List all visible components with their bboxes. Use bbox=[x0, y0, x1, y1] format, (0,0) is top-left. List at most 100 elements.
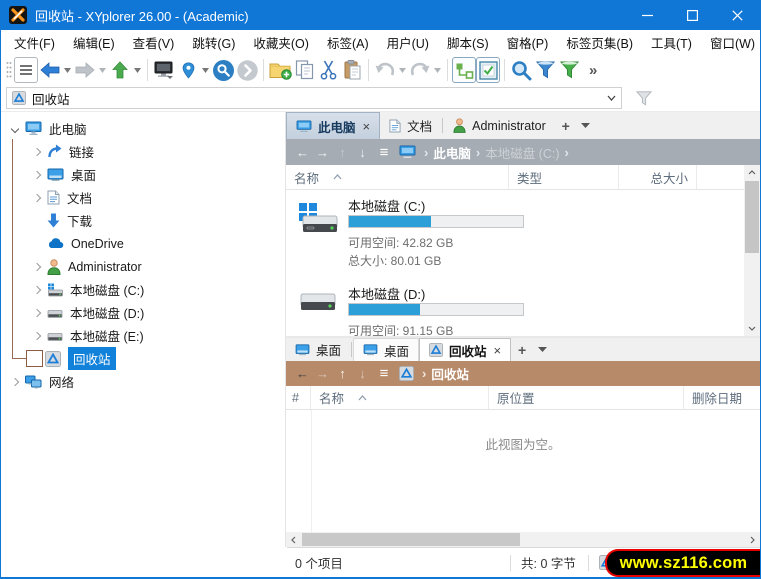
scroll-left-arrow[interactable] bbox=[286, 532, 301, 547]
tab-close-icon[interactable]: × bbox=[363, 119, 371, 134]
menu-user[interactable]: 用户(U) bbox=[378, 33, 438, 52]
crumb-back-button[interactable]: ← bbox=[293, 366, 312, 381]
up-button[interactable] bbox=[108, 57, 132, 83]
computer-icon[interactable] bbox=[399, 145, 416, 159]
menu-tags[interactable]: 标签(A) bbox=[318, 33, 378, 52]
tree-item-drive-e[interactable]: 本地磁盘 (E:) bbox=[1, 324, 285, 347]
chevron-collapsed-icon[interactable] bbox=[29, 308, 45, 317]
checkbox-toggle-button[interactable] bbox=[476, 57, 500, 83]
tree-item-network[interactable]: 网络 bbox=[1, 370, 285, 393]
chevron-collapsed-icon[interactable] bbox=[29, 285, 45, 294]
column-header-delete-date[interactable]: 删除日期 bbox=[684, 386, 760, 409]
cut-button[interactable] bbox=[316, 57, 340, 83]
back-button[interactable] bbox=[38, 57, 62, 83]
undo-dropdown[interactable] bbox=[397, 57, 408, 83]
recycle-bin-icon[interactable] bbox=[399, 366, 414, 381]
address-value[interactable]: 回收站 bbox=[32, 89, 607, 108]
chevron-collapsed-icon[interactable] bbox=[29, 331, 45, 340]
tree-item-this-pc[interactable]: 此电脑 bbox=[1, 117, 285, 140]
column-header-name[interactable]: 名称 bbox=[311, 386, 489, 409]
close-button[interactable] bbox=[715, 0, 760, 30]
redo-button[interactable] bbox=[408, 57, 432, 83]
new-tab-button[interactable]: + bbox=[555, 112, 577, 139]
tree-checkbox[interactable] bbox=[26, 350, 43, 367]
paste-button[interactable] bbox=[340, 57, 364, 83]
tree-item-drive-c[interactable]: 本地磁盘 (C:) bbox=[1, 278, 285, 301]
menu-window[interactable]: 窗口(W) bbox=[701, 33, 760, 52]
crumb-forward-button[interactable]: → bbox=[313, 145, 332, 160]
search-button[interactable] bbox=[509, 57, 533, 83]
crumb-up-button[interactable]: ↑ bbox=[333, 145, 352, 160]
column-header-original-location[interactable]: 原位置 bbox=[489, 386, 684, 409]
menu-panes[interactable]: 窗格(P) bbox=[498, 33, 558, 52]
find-button[interactable] bbox=[211, 57, 235, 83]
tree-item-documents[interactable]: 文档 bbox=[1, 186, 285, 209]
crumb-segment-drive-c[interactable]: 本地磁盘 (C:) bbox=[485, 143, 559, 162]
maximize-button[interactable] bbox=[670, 0, 715, 30]
column-header-name[interactable]: 名称 bbox=[286, 165, 509, 189]
undo-button[interactable] bbox=[373, 57, 397, 83]
tab-close-icon[interactable]: × bbox=[494, 343, 502, 358]
minimize-button[interactable] bbox=[625, 0, 670, 30]
up-dropdown[interactable] bbox=[132, 57, 143, 83]
drive-row-d[interactable]: 本地磁盘 (D:) 可用空间: 91.15 GB bbox=[286, 278, 726, 336]
scroll-up-arrow[interactable] bbox=[744, 165, 760, 180]
scroll-right-arrow[interactable] bbox=[745, 532, 760, 547]
scroll-thumb[interactable] bbox=[745, 181, 759, 253]
chevron-expanded-icon[interactable] bbox=[7, 124, 23, 133]
toolbar-grip[interactable] bbox=[4, 57, 14, 83]
crumb-down-button[interactable]: ↓ bbox=[353, 366, 372, 381]
menu-scripting[interactable]: 脚本(S) bbox=[438, 33, 498, 52]
crumb-down-button[interactable]: ↓ bbox=[353, 145, 372, 160]
filter-button[interactable] bbox=[533, 57, 557, 83]
menu-tabsets[interactable]: 标签页集(B) bbox=[557, 33, 642, 52]
copy-button[interactable] bbox=[292, 57, 316, 83]
tree-toggle-button[interactable] bbox=[452, 57, 476, 83]
go-button[interactable] bbox=[235, 57, 259, 83]
crumb-back-button[interactable]: ← bbox=[293, 145, 312, 160]
crumb-up-button[interactable]: ↑ bbox=[333, 366, 352, 381]
tab-this-pc[interactable]: 此电脑 × bbox=[286, 112, 381, 139]
forward-dropdown[interactable] bbox=[97, 57, 108, 83]
scroll-down-arrow[interactable] bbox=[744, 321, 760, 336]
pin-dropdown[interactable] bbox=[200, 57, 211, 83]
visual-filter-button[interactable] bbox=[557, 57, 581, 83]
menu-edit[interactable]: 编辑(E) bbox=[64, 33, 124, 52]
crumb-menu-button[interactable]: ≡ bbox=[373, 144, 395, 161]
forward-button[interactable] bbox=[73, 57, 97, 83]
back-dropdown[interactable] bbox=[62, 57, 73, 83]
crumb-segment-recycle-bin[interactable]: 回收站 bbox=[431, 364, 469, 383]
tree-item-administrator[interactable]: Administrator bbox=[1, 255, 285, 278]
tab-recycle-bin[interactable]: 回收站 × bbox=[419, 338, 512, 361]
tree-item-drive-d[interactable]: 本地磁盘 (D:) bbox=[1, 301, 285, 324]
new-folder-button[interactable] bbox=[268, 57, 292, 83]
chevron-collapsed-icon[interactable] bbox=[29, 193, 45, 202]
address-bar[interactable]: 回收站 bbox=[6, 87, 622, 109]
menu-tools[interactable]: 工具(T) bbox=[642, 33, 701, 52]
go-to-computer-button[interactable] bbox=[152, 57, 176, 83]
redo-dropdown[interactable] bbox=[432, 57, 443, 83]
tab-list-dropdown[interactable] bbox=[577, 112, 595, 139]
crumb-menu-button[interactable]: ≡ bbox=[373, 365, 395, 382]
top-vertical-scrollbar[interactable] bbox=[744, 165, 760, 336]
chevron-collapsed-icon[interactable] bbox=[29, 147, 45, 156]
chevron-collapsed-icon[interactable] bbox=[29, 170, 45, 179]
tree-item-links[interactable]: 链接 bbox=[1, 140, 285, 163]
address-dropdown-icon[interactable] bbox=[607, 95, 616, 101]
tab-desktop-1[interactable]: 桌面 bbox=[286, 338, 350, 361]
crumb-segment-this-pc[interactable]: 此电脑 bbox=[433, 143, 471, 162]
tree-item-desktop[interactable]: 桌面 bbox=[1, 163, 285, 186]
tree-item-recycle-bin[interactable]: 回收站 bbox=[1, 347, 285, 370]
toolbar-menu-button[interactable] bbox=[14, 57, 38, 83]
menu-favorites[interactable]: 收藏夹(O) bbox=[244, 33, 318, 52]
title-bar[interactable]: 回收站 - XYplorer 26.00 - (Academic) bbox=[1, 0, 760, 30]
menu-file[interactable]: 文件(F) bbox=[5, 33, 64, 52]
tab-administrator[interactable]: Administrator bbox=[444, 112, 555, 139]
bottom-horizontal-scrollbar[interactable] bbox=[286, 532, 760, 547]
toolbar-overflow-button[interactable]: » bbox=[583, 62, 603, 79]
tab-documents[interactable]: 文档 bbox=[380, 112, 441, 139]
tab-desktop-2[interactable]: 桌面 bbox=[353, 338, 420, 361]
location-pin-button[interactable] bbox=[176, 57, 200, 83]
menu-go[interactable]: 跳转(G) bbox=[183, 33, 244, 52]
column-header-index[interactable]: # bbox=[286, 386, 311, 409]
